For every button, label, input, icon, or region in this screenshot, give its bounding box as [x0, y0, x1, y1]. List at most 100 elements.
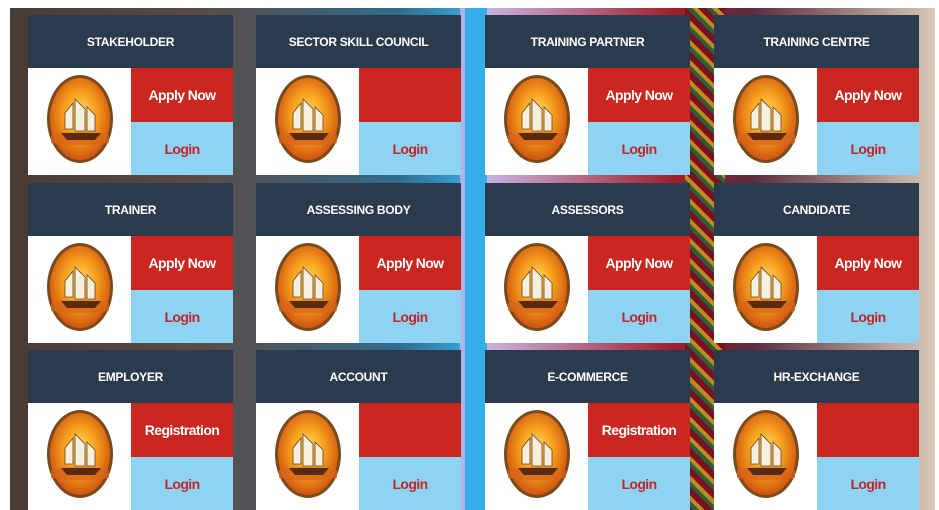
- apply-button-label: Apply Now: [605, 87, 674, 103]
- card-header: ASSESSORS: [485, 183, 690, 236]
- portal-card: SECTOR SKILL COUNCIL Login: [256, 15, 461, 175]
- sailing-ship-logo-icon: [273, 408, 343, 505]
- portal-card: ASSESSORS Apply Now Login: [485, 183, 690, 343]
- login-button-label: Login: [850, 140, 886, 157]
- card-logo: [28, 403, 131, 510]
- card-header: E-COMMERCE: [485, 350, 690, 403]
- card-title: E-COMMERCE: [547, 369, 628, 384]
- card-title: SECTOR SKILL COUNCIL: [288, 34, 429, 49]
- portal-card: TRAINING PARTNER Apply Now Login: [485, 15, 690, 175]
- portal-card: E-COMMERCE Registration Login: [485, 350, 690, 510]
- card-title: CANDIDATE: [782, 202, 851, 217]
- card-logo: [28, 236, 131, 343]
- apply-now-button[interactable]: Registration: [131, 403, 233, 457]
- login-button[interactable]: Login: [817, 457, 919, 510]
- portal-card: EMPLOYER Registration Login: [28, 350, 233, 510]
- apply-button-label: Apply Now: [148, 87, 217, 103]
- sailing-ship-logo-icon: [731, 241, 801, 338]
- login-button[interactable]: Login: [359, 290, 461, 343]
- card-title: ASSESSORS: [551, 202, 624, 217]
- card-header: STAKEHOLDER: [28, 15, 233, 68]
- card-title: EMPLOYER: [98, 369, 163, 384]
- login-button-label: Login: [164, 475, 200, 492]
- login-button-label: Login: [621, 308, 657, 325]
- portal-card: STAKEHOLDER Apply Now Login: [28, 15, 233, 175]
- sailing-ship-logo-icon: [273, 241, 343, 338]
- login-button[interactable]: Login: [359, 122, 461, 175]
- card-title: HR-EXCHANGE: [773, 369, 860, 384]
- card-logo: [256, 236, 359, 343]
- apply-now-button[interactable]: Apply Now: [817, 236, 919, 290]
- portal-card: ASSESSING BODY Apply Now Login: [256, 183, 461, 343]
- card-title: TRAINING CENTRE: [763, 34, 870, 49]
- apply-button-label: Apply Now: [834, 87, 903, 103]
- card-title: ASSESSING BODY: [306, 202, 411, 217]
- login-button-label: Login: [392, 475, 428, 492]
- card-header: CANDIDATE: [714, 183, 919, 236]
- card-header: HR-EXCHANGE: [714, 350, 919, 403]
- card-header: ASSESSING BODY: [256, 183, 461, 236]
- card-logo: [256, 403, 359, 510]
- sailing-ship-logo-icon: [731, 73, 801, 170]
- apply-now-button[interactable]: [817, 403, 919, 457]
- card-logo: [485, 236, 588, 343]
- apply-now-button[interactable]: [359, 68, 461, 122]
- portal-card: CANDIDATE Apply Now Login: [714, 183, 919, 343]
- sailing-ship-logo-icon: [502, 241, 572, 338]
- card-title: ACCOUNT: [329, 369, 388, 384]
- apply-now-button[interactable]: [359, 403, 461, 457]
- login-button[interactable]: Login: [588, 122, 690, 175]
- apply-now-button[interactable]: Apply Now: [359, 236, 461, 290]
- login-button-label: Login: [164, 308, 200, 325]
- sailing-ship-logo-icon: [502, 73, 572, 170]
- apply-now-button[interactable]: Apply Now: [588, 68, 690, 122]
- card-header: ACCOUNT: [256, 350, 461, 403]
- apply-button-label: Registration: [144, 422, 220, 438]
- login-button[interactable]: Login: [817, 290, 919, 343]
- login-button[interactable]: Login: [359, 457, 461, 510]
- sailing-ship-logo-icon: [273, 73, 343, 170]
- apply-now-button[interactable]: Apply Now: [588, 236, 690, 290]
- apply-now-button[interactable]: Apply Now: [131, 68, 233, 122]
- login-button-label: Login: [392, 308, 428, 325]
- apply-now-button[interactable]: Registration: [588, 403, 690, 457]
- login-button-label: Login: [850, 308, 886, 325]
- sailing-ship-logo-icon: [45, 241, 115, 338]
- portal-card: TRAINER Apply Now Login: [28, 183, 233, 343]
- login-button-label: Login: [850, 475, 886, 492]
- card-title: TRAINER: [104, 202, 157, 217]
- login-button-label: Login: [621, 475, 657, 492]
- login-button[interactable]: Login: [131, 122, 233, 175]
- sailing-ship-logo-icon: [45, 408, 115, 505]
- card-header: TRAINER: [28, 183, 233, 236]
- apply-now-button[interactable]: Apply Now: [131, 236, 233, 290]
- sailing-ship-logo-icon: [731, 408, 801, 505]
- card-logo: [485, 403, 588, 510]
- login-button[interactable]: Login: [588, 457, 690, 510]
- card-header: TRAINING PARTNER: [485, 15, 690, 68]
- apply-button-label: Apply Now: [148, 255, 217, 271]
- login-button[interactable]: Login: [588, 290, 690, 343]
- card-logo: [714, 403, 817, 510]
- card-logo: [714, 236, 817, 343]
- portal-card: HR-EXCHANGE Login: [714, 350, 919, 510]
- login-button[interactable]: Login: [131, 290, 233, 343]
- card-logo: [485, 68, 588, 175]
- card-header: SECTOR SKILL COUNCIL: [256, 15, 461, 68]
- card-logo: [714, 68, 817, 175]
- card-title: TRAINING PARTNER: [530, 34, 645, 49]
- portal-card: ACCOUNT Login: [256, 350, 461, 510]
- sailing-ship-logo-icon: [502, 408, 572, 505]
- background-stripe: [465, 8, 487, 510]
- card-logo: [28, 68, 131, 175]
- card-header: TRAINING CENTRE: [714, 15, 919, 68]
- apply-button-label: Apply Now: [605, 255, 674, 271]
- card-header: EMPLOYER: [28, 350, 233, 403]
- apply-button-label: Registration: [601, 422, 677, 438]
- apply-button-label: Apply Now: [834, 255, 903, 271]
- apply-now-button[interactable]: Apply Now: [817, 68, 919, 122]
- apply-button-label: Apply Now: [376, 255, 445, 271]
- sailing-ship-logo-icon: [45, 73, 115, 170]
- login-button[interactable]: Login: [817, 122, 919, 175]
- login-button[interactable]: Login: [131, 457, 233, 510]
